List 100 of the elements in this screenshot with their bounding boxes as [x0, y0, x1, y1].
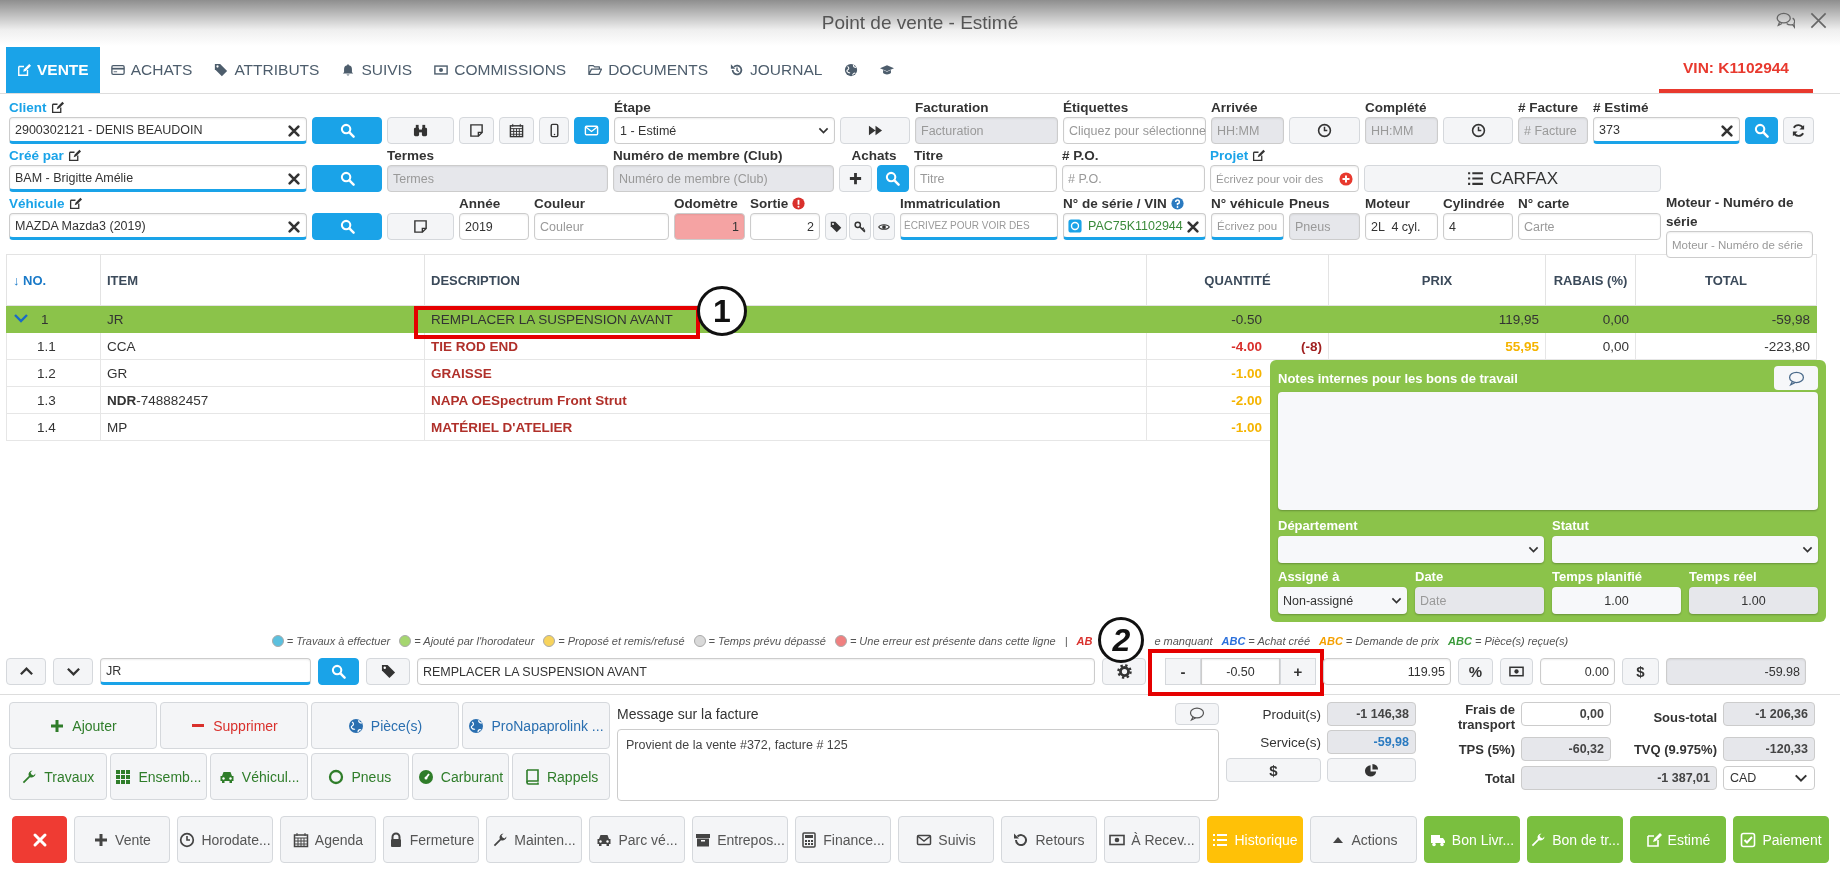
assignee-select[interactable]: Non-assigné — [1278, 587, 1407, 614]
phone-button[interactable] — [539, 117, 569, 144]
search-button[interactable] — [312, 117, 382, 144]
close-button[interactable] — [12, 816, 67, 863]
column-header[interactable]: QUANTITÉ — [1146, 254, 1329, 306]
action-button[interactable]: Mainten... — [486, 816, 582, 863]
quantity-field[interactable]: -0.50 — [1201, 658, 1280, 685]
client-field[interactable]: 2900302121 - DENIS BEAUDOIN — [9, 117, 307, 144]
vehicle-number-field[interactable]: Écrivez pou — [1211, 213, 1284, 240]
action-button[interactable]: À Recev... — [1104, 816, 1200, 863]
previous-button[interactable] — [6, 658, 46, 685]
plate-field[interactable]: ÉCRIVEZ POUR VOIR DES — [900, 213, 1058, 240]
date-field[interactable]: Date — [1415, 587, 1544, 614]
fast-forward-button[interactable] — [840, 117, 910, 144]
engine-serial-field[interactable]: Moteur - Numéro de série — [1666, 231, 1813, 258]
search-button[interactable] — [1745, 117, 1778, 144]
total-field[interactable]: -59.98 — [1666, 658, 1806, 685]
stage-select[interactable]: 1 - Estimé — [614, 117, 835, 144]
odometer-field[interactable]: 1 — [674, 213, 745, 240]
action-button[interactable]: Ajouter — [9, 702, 157, 749]
estimate-number-field[interactable]: 373 — [1593, 117, 1740, 144]
note-button[interactable] — [387, 213, 454, 240]
next-button[interactable] — [53, 658, 93, 685]
action-button[interactable]: Véhicul... — [210, 753, 308, 800]
action-button[interactable]: Actions — [1310, 816, 1417, 863]
transport-field[interactable]: 0,00 — [1521, 702, 1611, 726]
carfax-button[interactable]: CARFAX — [1364, 165, 1661, 192]
column-header[interactable]: ↓ NO. — [6, 254, 101, 306]
tab[interactable]: COMMISSIONS — [423, 47, 578, 93]
action-button[interactable]: Supprimer — [160, 702, 308, 749]
vehicle-field[interactable]: MAZDA Mazda3 (2019) — [9, 213, 307, 240]
actual-time-field[interactable]: 1.00 — [1689, 587, 1818, 614]
card-number-field[interactable]: Carte — [1518, 213, 1661, 240]
table-row[interactable]: 1.1 CCA TIE ROD END -4.00 (-8) 55,95 0,00 -223,80 — [6, 332, 1817, 360]
action-button[interactable]: Rappels — [512, 753, 610, 800]
add-button[interactable] — [839, 165, 872, 192]
item-code-field[interactable]: JR — [100, 658, 311, 685]
action-button[interactable]: Fermeture — [383, 816, 479, 863]
action-button[interactable]: Ensemb... — [109, 753, 208, 800]
tag-button[interactable] — [825, 213, 847, 240]
tag-button[interactable] — [366, 658, 410, 685]
clock-button[interactable] — [1289, 117, 1360, 144]
increment-button[interactable]: + — [1280, 658, 1316, 685]
column-header[interactable]: PRIX — [1328, 254, 1546, 306]
discount-field[interactable]: 0.00 — [1540, 658, 1615, 685]
settings-button[interactable] — [1102, 658, 1146, 685]
action-button[interactable]: Pneus — [311, 753, 409, 800]
currency-select[interactable]: CAD — [1723, 766, 1815, 790]
action-button[interactable]: Entrepos... — [692, 816, 788, 863]
action-button[interactable]: Retours — [1001, 816, 1097, 863]
clock-button[interactable] — [1443, 117, 1513, 144]
binoculars-button[interactable] — [387, 117, 454, 144]
engine-field[interactable]: 2L 4 cyl. — [1365, 213, 1438, 240]
comment-button[interactable] — [1175, 703, 1219, 725]
action-button[interactable]: Suivis — [898, 816, 994, 863]
email-button[interactable] — [574, 117, 609, 144]
vin-field[interactable]: PAC75K1102944 — [1063, 213, 1206, 240]
tab[interactable]: ATTRIBUTS — [203, 47, 331, 93]
description-field[interactable]: REMPLACER LA SUSPENSION AVANT — [417, 658, 1095, 685]
invoice-message-field[interactable]: Provient de la vente #372, facture # 125 — [617, 729, 1219, 801]
exit-odometer-field[interactable]: 2 — [750, 213, 820, 240]
tab[interactable]: SUIVIS — [330, 47, 424, 93]
refresh-button[interactable] — [1783, 117, 1814, 144]
created-by-field[interactable]: BAM - Brigitte Amélie — [9, 165, 307, 192]
tab[interactable]: JOURNAL — [719, 47, 834, 93]
search-button[interactable] — [318, 658, 359, 685]
notes-field[interactable] — [1278, 392, 1818, 510]
dollar-button[interactable]: $ — [1622, 658, 1659, 685]
action-button[interactable]: Carburant — [411, 753, 510, 800]
note-button[interactable] — [459, 117, 494, 144]
key-button[interactable] — [849, 213, 871, 240]
title-field[interactable]: Titre — [914, 165, 1057, 192]
percent-button[interactable]: % — [1458, 658, 1493, 685]
planned-time-field[interactable]: 1.00 — [1552, 587, 1681, 614]
column-header[interactable]: RABAIS (%) — [1545, 254, 1636, 306]
column-header[interactable]: TOTAL — [1635, 254, 1817, 306]
decrement-button[interactable]: - — [1165, 658, 1201, 685]
eye-button[interactable] — [873, 213, 895, 240]
project-field[interactable]: Écrivez pour voir des — [1210, 165, 1359, 192]
action-button[interactable]: Pièce(s) — [311, 702, 459, 749]
search-button[interactable] — [312, 165, 382, 192]
action-button[interactable]: Agenda — [280, 816, 376, 863]
dollar-button[interactable]: $ — [1226, 758, 1321, 782]
cylinder-field[interactable]: 4 — [1443, 213, 1513, 240]
pie-chart-button[interactable] — [1327, 758, 1416, 782]
calendar-button[interactable] — [499, 117, 534, 144]
action-button[interactable]: Parc vé... — [589, 816, 685, 863]
color-field[interactable]: Couleur — [534, 213, 669, 240]
year-field[interactable]: 2019 — [459, 213, 529, 240]
search-button[interactable] — [312, 213, 382, 240]
action-button[interactable]: ProNapaprolink ... — [462, 702, 610, 749]
vin-tab[interactable]: VIN: K1102944 — [1659, 47, 1813, 93]
cash-button[interactable] — [1500, 658, 1533, 685]
comment-button[interactable] — [1774, 366, 1818, 390]
action-button[interactable]: Finance... — [795, 816, 891, 863]
column-header[interactable]: ITEM — [100, 254, 425, 306]
price-field[interactable]: 119.95 — [1323, 658, 1451, 685]
action-button[interactable]: Travaux — [9, 753, 107, 800]
action-button[interactable]: Vente — [74, 816, 170, 863]
tab[interactable]: ACHATS — [99, 47, 204, 93]
